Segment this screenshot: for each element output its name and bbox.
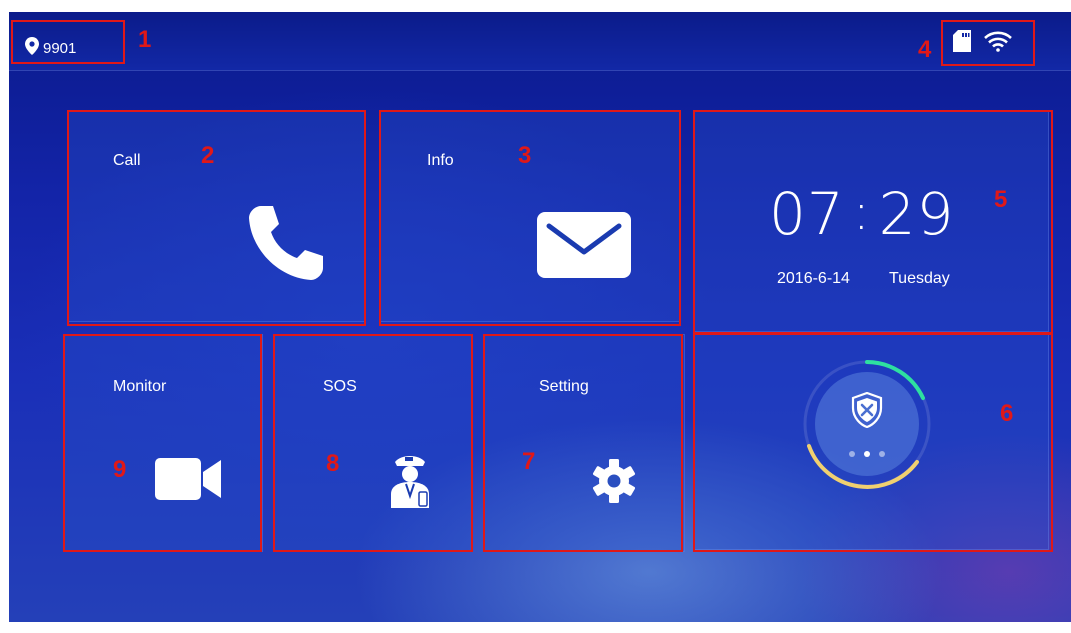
annotation-number-7: 7: [522, 448, 536, 475]
call-tile[interactable]: Call: [67, 110, 365, 322]
arm-tile[interactable]: [693, 334, 1049, 550]
annotation-number-4: 4: [918, 36, 932, 63]
phone-icon: [247, 202, 327, 287]
status-icons: [953, 30, 1013, 57]
clock-minutes: 29: [878, 180, 955, 248]
page-indicator: [847, 446, 887, 464]
setting-tile[interactable]: Setting: [483, 334, 685, 552]
monitor-label: Monitor: [113, 378, 167, 395]
annotation-number-9: 9: [113, 456, 127, 483]
annotation-number-6: 6: [1000, 400, 1014, 427]
call-label: Call: [113, 152, 141, 169]
envelope-icon: [537, 212, 631, 283]
status-bar: 9901: [9, 12, 1071, 71]
sos-tile[interactable]: SOS: [273, 334, 473, 552]
setting-label: Setting: [539, 378, 589, 395]
room-number: 9901: [43, 39, 77, 57]
annotation-number-3: 3: [518, 142, 532, 169]
clock-display: 07:29: [769, 180, 955, 248]
wifi-icon: [983, 30, 1013, 57]
monitor-tile[interactable]: Monitor: [63, 334, 263, 552]
sos-label: SOS: [323, 378, 357, 395]
security-guard-icon: [387, 452, 433, 513]
room-location: 9901: [25, 37, 76, 59]
annotation-number-5: 5: [994, 186, 1008, 213]
annotation-number-8: 8: [326, 450, 340, 477]
clock-date: 2016-6-14: [777, 270, 850, 287]
info-label: Info: [427, 152, 454, 169]
annotation-number-2: 2: [201, 142, 215, 169]
gear-icon: [591, 458, 637, 509]
home-screen: 9901 Call Info 07:29 2016-6-14 Tuesday M…: [9, 12, 1071, 622]
sd-card-icon: [953, 30, 971, 57]
annotation-number-1: 1: [138, 26, 152, 53]
shield-x-icon: [851, 391, 883, 433]
video-camera-icon: [155, 458, 221, 505]
clock-hours: 07: [769, 180, 845, 248]
clock-weekday: Tuesday: [889, 270, 950, 287]
location-pin-icon: [25, 37, 39, 59]
